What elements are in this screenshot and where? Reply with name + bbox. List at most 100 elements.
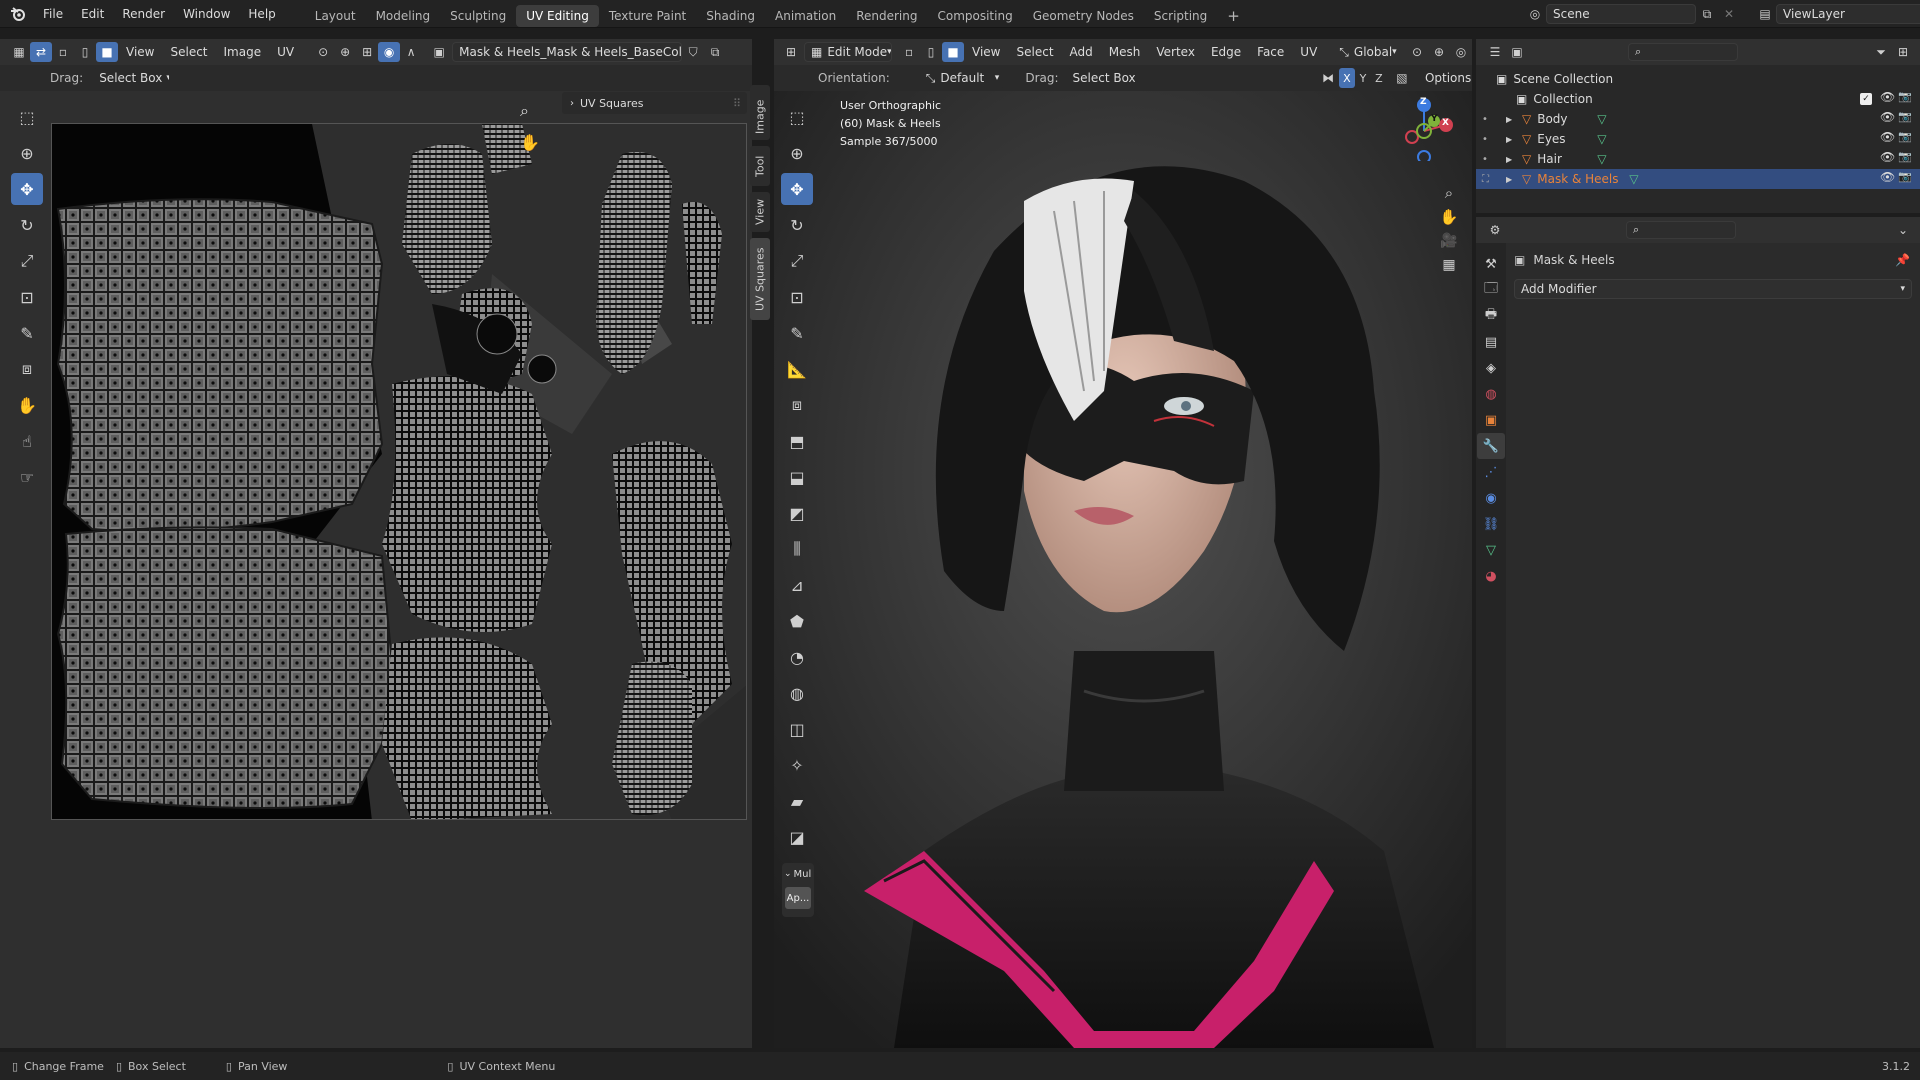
select-box-tool-icon[interactable]: ⬚: [11, 101, 43, 133]
mesh-data-icon[interactable]: ▽: [1597, 132, 1606, 146]
filter-icon[interactable]: ⏷: [1870, 42, 1892, 62]
vp-face-select-icon[interactable]: ■: [942, 42, 965, 62]
vp-rotate-icon[interactable]: ↻: [781, 209, 813, 241]
menu-edit[interactable]: Edit: [72, 0, 113, 28]
vp-pivot-icon[interactable]: ⊙: [1406, 42, 1428, 62]
vp-proportional-icon[interactable]: ◎: [1450, 42, 1472, 62]
expand-arrow-icon[interactable]: ▶: [1506, 135, 1522, 144]
orientation-dropdown[interactable]: ⤡ Default ▾: [919, 68, 1006, 88]
vp-zoom-icon[interactable]: ⌕: [1438, 183, 1460, 203]
vp-menu-uv[interactable]: UV: [1292, 45, 1325, 59]
uv-editor-area[interactable]: ⬚ ⊕ ✥ ↻ ⤢ ⊡ ✎ ⧈ ✋ ☝ ☞ ⌕ ✋ › UV Squares ⠿: [0, 85, 770, 1048]
transform-orientation-dropdown[interactable]: ⤡ Global ▾: [1333, 42, 1400, 62]
proportional-icon[interactable]: ◉: [378, 42, 401, 62]
uv-pan-icon[interactable]: ✋: [520, 133, 540, 152]
tab-compositing[interactable]: Compositing: [927, 5, 1022, 27]
last-op-apply-button[interactable]: Ap...: [785, 887, 811, 909]
vp-menu-add[interactable]: Add: [1062, 45, 1101, 59]
uv-drag-dropdown[interactable]: Select Box ▾: [93, 68, 170, 88]
pinch-tool-icon[interactable]: ☞: [11, 461, 43, 493]
collection-visibility-icon[interactable]: 👁: [1880, 90, 1895, 104]
ortho-toggle-icon[interactable]: ▦: [1438, 255, 1460, 275]
vp-pan-icon[interactable]: ✋: [1438, 207, 1460, 227]
outliner-collection[interactable]: ▣ Collection ✓ 👁 📷: [1476, 89, 1920, 109]
tab-rendering[interactable]: Rendering: [846, 5, 927, 27]
grab-tool-icon[interactable]: ✋: [11, 389, 43, 421]
mirror-z-toggle[interactable]: Z: [1371, 68, 1387, 88]
edge-slide-icon[interactable]: ◫: [781, 713, 813, 745]
camera-view-icon[interactable]: 🎥: [1438, 231, 1460, 251]
vp-vertex-select-icon[interactable]: ▫: [898, 42, 920, 62]
material-tab-icon[interactable]: ◕: [1477, 563, 1505, 589]
cursor-tool-icon[interactable]: ⊕: [11, 137, 43, 169]
shrink-fatten-icon[interactable]: ✧: [781, 749, 813, 781]
new-image-icon[interactable]: ⧉: [704, 42, 726, 62]
properties-editor-type-icon[interactable]: ⚙: [1484, 220, 1506, 240]
move-tool-icon[interactable]: ✥: [11, 173, 43, 205]
tab-scripting[interactable]: Scripting: [1144, 5, 1217, 27]
vp-edge-select-icon[interactable]: ▯: [920, 42, 942, 62]
mirror-y-toggle[interactable]: Y: [1355, 68, 1371, 88]
view-layer-tab-icon[interactable]: ▤: [1477, 329, 1505, 355]
output-tab-icon[interactable]: 🖶: [1477, 303, 1505, 329]
vp-menu-vertex[interactable]: Vertex: [1148, 45, 1203, 59]
outliner-item[interactable]: • ▶ ▽ Hair ▽ 👁 📷: [1476, 149, 1920, 169]
menu-help[interactable]: Help: [239, 0, 284, 28]
add-modifier-button[interactable]: Add Modifier ▾: [1514, 279, 1912, 299]
object-tab-icon[interactable]: ▣: [1477, 407, 1505, 433]
loop-cut-icon[interactable]: ⫼: [781, 533, 813, 565]
mesh-data-icon[interactable]: ▽: [1597, 152, 1606, 166]
collection-checkbox[interactable]: ✓: [1860, 93, 1872, 105]
vp-menu-view[interactable]: View: [964, 45, 1008, 59]
face-select-icon[interactable]: ■: [96, 42, 118, 62]
vp-scale-icon[interactable]: ⤢: [781, 245, 813, 277]
uv-sync-icon[interactable]: ⇄: [30, 42, 52, 62]
editor-type-icon[interactable]: ▦: [8, 42, 30, 62]
visibility-icon[interactable]: 👁: [1880, 130, 1895, 144]
constraints-tab-icon[interactable]: ⛓: [1477, 511, 1505, 537]
tab-uv-editing[interactable]: UV Editing: [516, 4, 599, 27]
vp-drag-dropdown[interactable]: Select Box▾: [1066, 68, 1135, 88]
side-tab-view[interactable]: View: [750, 192, 770, 232]
mode-dropdown[interactable]: ▦ Edit Mode ▾: [804, 42, 893, 62]
world-tab-icon[interactable]: ◍: [1477, 381, 1505, 407]
tab-geometry-nodes[interactable]: Geometry Nodes: [1023, 5, 1144, 27]
spin-icon[interactable]: ◔: [781, 641, 813, 673]
scale-tool-icon[interactable]: ⤢: [11, 245, 43, 277]
render-visibility-icon[interactable]: 📷: [1898, 110, 1912, 123]
annotate-tool-icon[interactable]: ✎: [11, 317, 43, 349]
render-visibility-icon[interactable]: 📷: [1898, 130, 1912, 143]
tab-shading[interactable]: Shading: [696, 5, 765, 27]
vp-snap-icon[interactable]: ⊕: [1428, 42, 1450, 62]
options-dropdown[interactable]: Options▾: [1418, 68, 1472, 88]
vp-select-box-icon[interactable]: ⬚: [781, 101, 813, 133]
snap-target-icon[interactable]: ⊞: [356, 42, 378, 62]
image-browse-icon[interactable]: ▣: [428, 42, 450, 62]
mesh-symmetry-icon[interactable]: ▧: [1391, 68, 1413, 88]
menu-window[interactable]: Window: [174, 0, 239, 28]
navigation-gizmo[interactable]: Z Y X: [1384, 91, 1464, 164]
tab-texture-paint[interactable]: Texture Paint: [599, 5, 696, 27]
scene-icon[interactable]: ◎: [1524, 4, 1546, 24]
physics-tab-icon[interactable]: ◉: [1477, 485, 1505, 511]
render-tab-icon[interactable]: 🗔: [1477, 277, 1505, 303]
render-visibility-icon[interactable]: 📷: [1898, 170, 1912, 183]
shear-icon[interactable]: ▰: [781, 785, 813, 817]
snap-icon[interactable]: ⊕: [334, 42, 356, 62]
dot-icon[interactable]: •: [1482, 114, 1496, 125]
blender-logo-icon[interactable]: [0, 0, 34, 28]
rotate-tool-icon[interactable]: ↻: [11, 209, 43, 241]
particles-tab-icon[interactable]: ⋰: [1477, 459, 1505, 485]
vp-menu-edge[interactable]: Edge: [1203, 45, 1249, 59]
outliner-item[interactable]: • ▶ ▽ Body ▽ 👁 📷: [1476, 109, 1920, 129]
vp-transform-icon[interactable]: ⊡: [781, 281, 813, 313]
extrude-icon[interactable]: ⬒: [781, 425, 813, 457]
tab-modeling[interactable]: Modeling: [366, 5, 441, 27]
tab-sculpting[interactable]: Sculpting: [440, 5, 516, 27]
vp-measure-icon[interactable]: 📐: [781, 353, 813, 385]
menu-file[interactable]: File: [34, 0, 72, 28]
last-operator-panel[interactable]: ⌄ Mul Ap...: [782, 863, 814, 917]
edge-select-icon[interactable]: ▯: [74, 42, 96, 62]
side-tab-tool[interactable]: Tool: [750, 146, 770, 186]
expand-arrow-icon[interactable]: ▶: [1506, 155, 1522, 164]
